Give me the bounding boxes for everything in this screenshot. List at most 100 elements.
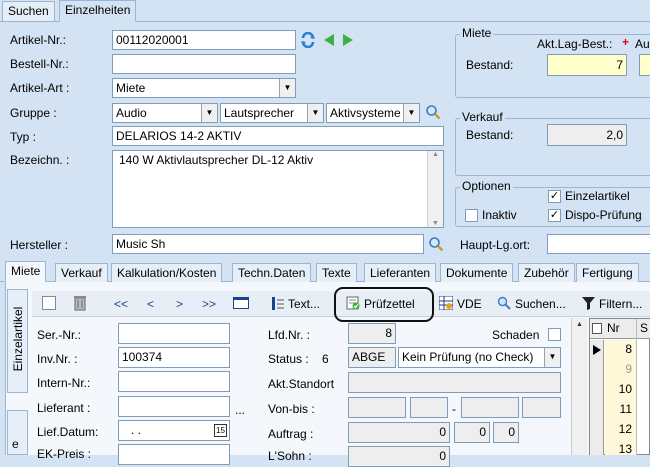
- grid-row[interactable]: 10: [605, 380, 636, 400]
- side-tab-second[interactable]: e: [7, 410, 28, 455]
- pruefzettel-button[interactable]: Prüfzettel: [364, 296, 415, 312]
- scroll-down-icon[interactable]: ▼: [428, 220, 443, 227]
- ser-nr-field[interactable]: [118, 323, 230, 344]
- detail-scrollbar[interactable]: ▲: [571, 318, 587, 455]
- akt-standort-field: [348, 372, 561, 393]
- calendar-icon-text: 15: [216, 426, 225, 435]
- hersteller-field[interactable]: Music Sh: [112, 234, 424, 254]
- gruppe-select-2[interactable]: Lautsprecher ▼: [220, 103, 324, 123]
- miete-aux-field: [639, 54, 650, 76]
- tab-dokumente[interactable]: Dokumente: [440, 263, 514, 283]
- schaden-checkbox[interactable]: [548, 328, 561, 341]
- new-record-icon[interactable]: [42, 296, 56, 310]
- side-tab-label: Einzelartikel: [11, 306, 25, 372]
- chevron-down-icon: ▼: [201, 104, 217, 122]
- lief-datum-label: Lief.Datum:: [37, 425, 99, 439]
- grid-row[interactable]: 11: [605, 400, 636, 420]
- verkauf-bestand-field: 2,0: [547, 124, 627, 146]
- next-record-button[interactable]: >: [176, 296, 183, 312]
- tab-einzelheiten[interactable]: Einzelheiten: [59, 0, 137, 22]
- next-arrow-icon[interactable]: [341, 33, 355, 47]
- tab-zubehoer[interactable]: Zubehör: [518, 263, 575, 283]
- tab-miete[interactable]: Miete: [5, 261, 47, 282]
- vde-button[interactable]: VDE: [457, 296, 482, 312]
- delete-icon[interactable]: [74, 295, 86, 311]
- filtern-button[interactable]: Filtern...: [599, 296, 642, 312]
- grid-corner-icon[interactable]: [592, 323, 602, 334]
- chevron-down-icon: ▼: [403, 104, 419, 122]
- typ-field[interactable]: DELARIOS 14-2 AKTIV: [112, 126, 444, 146]
- grid-row[interactable]: 9: [605, 360, 636, 380]
- von-bis-label: Von-bis :: [268, 402, 315, 416]
- tab-verkauf[interactable]: Verkauf: [55, 263, 108, 283]
- last-record-button[interactable]: >>: [202, 296, 216, 312]
- search-icon[interactable]: [428, 236, 444, 252]
- tab-kalkulation[interactable]: Kalkulation/Kosten: [111, 263, 223, 283]
- side-tab-einzelartikel[interactable]: Einzelartikel: [7, 289, 28, 393]
- gruppe-label: Gruppe :: [10, 106, 57, 120]
- first-record-button[interactable]: <<: [114, 296, 128, 312]
- auftrag-label: Auftrag :: [268, 427, 314, 441]
- bezeichn-scrollbar[interactable]: ▲ ▼: [427, 151, 443, 227]
- artikel-art-select[interactable]: Miete ▼: [112, 78, 296, 98]
- verkauf-bestand-label: Bestand:: [466, 128, 514, 142]
- inaktiv-label: Inaktiv: [482, 208, 517, 222]
- lieferant-dots[interactable]: ...: [235, 403, 245, 417]
- gruppe-select-1[interactable]: Audio ▼: [112, 103, 218, 123]
- search-icon[interactable]: [425, 104, 441, 120]
- inaktiv-checkbox[interactable]: [465, 209, 478, 222]
- miete-bestand-field: 7: [547, 54, 627, 76]
- tab-techn-daten[interactable]: Techn.Daten: [232, 263, 312, 283]
- checklist-icon: [346, 296, 360, 310]
- grid-row[interactable]: 13: [605, 440, 636, 456]
- status-code-field: ABGE: [348, 347, 396, 368]
- refresh-icon[interactable]: [300, 31, 316, 49]
- gruppe-3-value: Aktivsysteme: [330, 106, 401, 120]
- grid-row[interactable]: 8: [605, 340, 636, 360]
- bis-date-field[interactable]: [461, 397, 519, 418]
- lieferant-field[interactable]: [118, 396, 230, 417]
- status-number: 6: [322, 352, 329, 366]
- tab-texte[interactable]: Texte: [316, 263, 357, 283]
- tab-suchen[interactable]: Suchen: [2, 1, 55, 22]
- artikel-nr-field[interactable]: 00112020001: [112, 30, 296, 50]
- hersteller-label: Hersteller :: [10, 238, 69, 252]
- calendar-window-icon[interactable]: [233, 297, 249, 309]
- tab-fertigung[interactable]: Fertigung: [576, 263, 639, 283]
- von-time-field[interactable]: [410, 397, 448, 418]
- bezeichn-textarea[interactable]: 140 W Aktivlautsprecher DL-12 Aktiv: [112, 150, 444, 228]
- status-label: Status :: [268, 352, 309, 366]
- status-select[interactable]: Kein Prüfung (no Check) ▼: [398, 347, 561, 368]
- inv-nr-field[interactable]: 100374: [118, 347, 230, 368]
- inv-nr-label: Inv.Nr. :: [37, 352, 78, 366]
- prev-record-button[interactable]: <: [147, 296, 154, 312]
- bestell-nr-field[interactable]: [112, 54, 296, 74]
- vde-icon: [438, 295, 454, 311]
- prev-arrow-icon[interactable]: [322, 33, 336, 47]
- scroll-up-icon[interactable]: ▲: [428, 151, 443, 158]
- von-date-field[interactable]: [348, 397, 406, 418]
- tab-lieferanten[interactable]: Lieferanten: [364, 263, 437, 283]
- artikel-art-value: Miete: [116, 81, 146, 95]
- bis-time-field[interactable]: [522, 397, 561, 418]
- grid-row[interactable]: 12: [605, 420, 636, 440]
- verkauf-group-title: Verkauf: [460, 110, 505, 124]
- haupt-lg-ort-field[interactable]: [547, 234, 650, 254]
- auftrag-field-2: 0: [454, 422, 490, 443]
- scroll-up-icon[interactable]: ▲: [572, 321, 587, 328]
- suchen-button[interactable]: Suchen...: [515, 296, 566, 312]
- dispo-pruefung-label: Dispo-Prüfung: [565, 208, 642, 222]
- grid-col-nr: Nr: [607, 321, 620, 335]
- dispo-pruefung-checkbox[interactable]: ✓: [548, 209, 561, 222]
- bezeichn-label: Bezeichn. :: [10, 153, 70, 167]
- akt-lag-label: Akt.Lag-Best.:: [537, 37, 613, 51]
- miete-group-title: Miete: [460, 26, 494, 40]
- text-button[interactable]: Text...: [288, 296, 320, 312]
- akt-lag-trunc: Au: [635, 37, 650, 51]
- einzelartikel-checkbox[interactable]: ✓: [548, 190, 561, 203]
- von-bis-separator: -: [452, 402, 456, 416]
- akt-lag-plus: +: [622, 35, 630, 49]
- gruppe-select-3[interactable]: Aktivsysteme ▼: [326, 103, 420, 123]
- calendar-icon[interactable]: 15: [214, 424, 227, 437]
- intern-nr-field[interactable]: [118, 371, 230, 392]
